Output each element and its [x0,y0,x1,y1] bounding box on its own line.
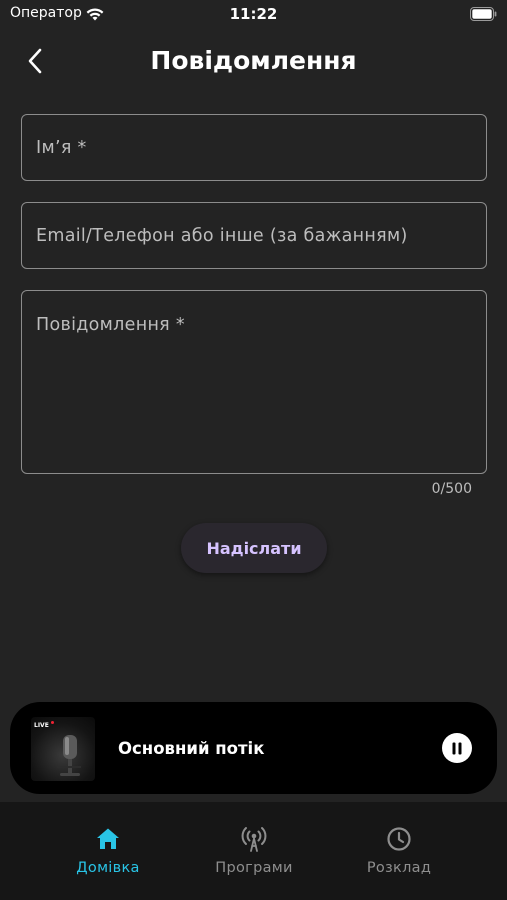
mini-player[interactable]: LIVE Основний потік [10,702,497,794]
live-badge: LIVE [34,722,49,729]
character-counter: 0/500 [431,481,472,497]
battery-icon [470,7,497,21]
message-field[interactable]: Повідомлення * [21,290,487,474]
pause-icon [452,742,462,754]
tab-programs-label: Програми [215,860,293,876]
stream-title: Основний потік [118,739,265,758]
send-button-label: Надіслати [206,538,302,558]
name-field[interactable]: Ім’я * [21,114,487,181]
broadcast-icon [241,827,267,852]
contact-field[interactable]: Email/Телефон або інше (за бажанням) [21,202,487,269]
tab-bar: Домівка Програми Розклад [0,802,507,900]
contact-field-placeholder: Email/Телефон або інше (за бажанням) [36,226,408,246]
home-icon [97,828,119,849]
status-bar: Оператор 11:22 [0,0,507,30]
tab-home-label: Домівка [76,860,140,876]
name-field-placeholder: Ім’я * [36,138,87,158]
status-time: 11:22 [229,5,278,23]
microphone-icon [57,735,81,776]
tab-home[interactable]: Домівка [43,822,173,882]
stream-artwork: LIVE [31,717,95,781]
page-title: Повідомлення [150,46,357,75]
tab-schedule[interactable]: Розклад [334,822,464,882]
live-dot [51,721,54,724]
clock-icon [387,827,411,851]
pause-button[interactable] [442,733,472,763]
tab-schedule-label: Розклад [366,860,432,876]
tab-programs[interactable]: Програми [189,822,319,882]
message-screen: Оператор 11:22 Повідомлення Ім’я * Email… [0,0,507,900]
send-button[interactable]: Надіслати [181,523,327,573]
message-field-placeholder: Повідомлення * [36,315,185,335]
